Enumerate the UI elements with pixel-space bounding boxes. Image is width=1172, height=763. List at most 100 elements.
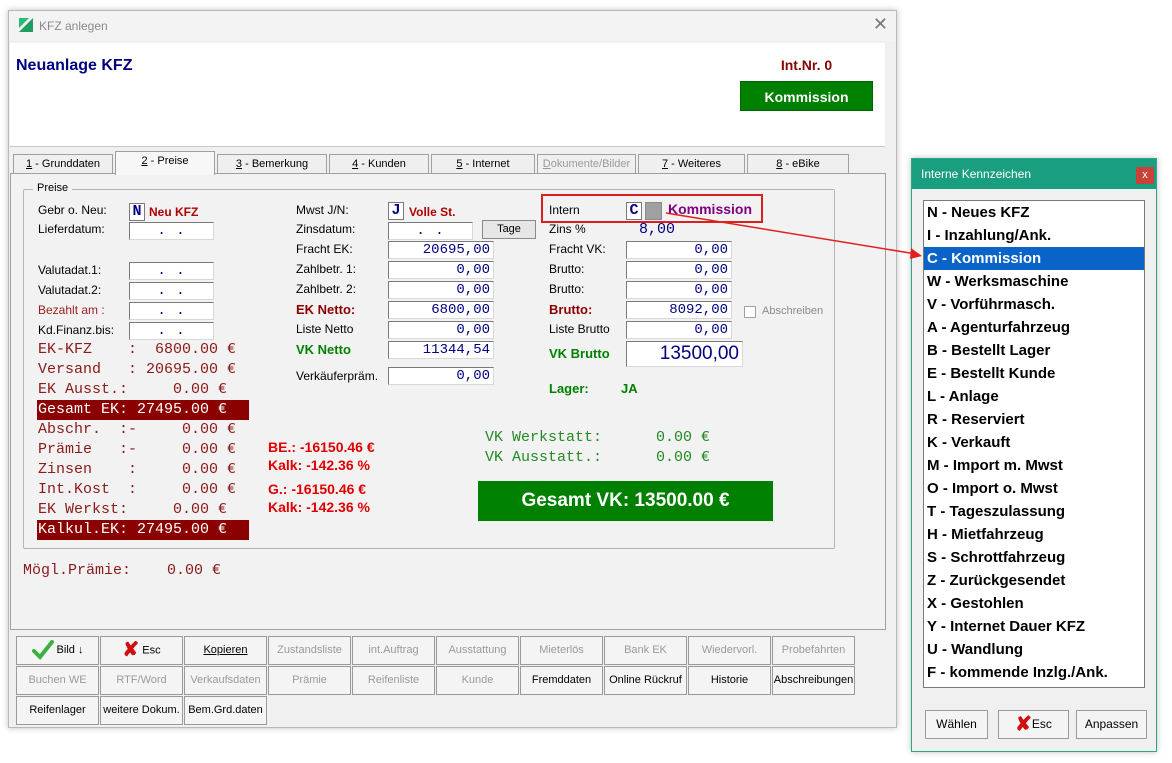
anpassen-button[interactable]: Anpassen (1076, 710, 1147, 739)
list-item[interactable]: H - Mietfahrzeug (924, 523, 1144, 546)
zahlbetr1-field[interactable]: 0,00 (388, 261, 494, 279)
tab-grunddaten[interactable]: 1 - Grunddaten (13, 154, 113, 173)
bild-button[interactable]: Bild ↓ (16, 636, 99, 665)
gebr-field[interactable]: N (129, 203, 145, 221)
ek-netto-field[interactable]: 6800,00 (388, 301, 494, 319)
title-bar[interactable]: KFZ anlegen ✕ (9, 11, 896, 41)
popup-title-bar[interactable]: Interne Kennzeichen x (912, 159, 1156, 189)
summary-ek-werkst: EK Werkst: 0.00 € (38, 501, 228, 518)
valutadat1-label: Valutadat.1: (38, 263, 102, 277)
list-item[interactable]: R - Reserviert (924, 408, 1144, 431)
waehlen-button[interactable]: Wählen (925, 710, 988, 739)
liste-brutto-field[interactable]: 0,00 (626, 321, 732, 339)
valutadat2-label: Valutadat.2: (38, 283, 102, 297)
praemie-button[interactable]: Prämie (268, 666, 351, 695)
int-auftrag-button[interactable]: int.Auftrag (352, 636, 435, 665)
close-icon[interactable]: ✕ (873, 15, 888, 33)
mwst-field[interactable]: J (388, 202, 404, 220)
tage-button[interactable]: Tage (482, 220, 536, 239)
list-item[interactable]: N - Neues KFZ (924, 201, 1144, 224)
list-item[interactable]: I - Inzahlung/Ank. (924, 224, 1144, 247)
list-item[interactable]: M - Import m. Mwst (924, 454, 1144, 477)
intern-dropdown-button[interactable] (645, 202, 662, 220)
wiedervorl-button[interactable]: Wiedervorl. (688, 636, 771, 665)
tab-preise[interactable]: 2 - Preise (115, 151, 215, 175)
gebr-label: Gebr o. Neu: (38, 203, 107, 217)
brutto1-field[interactable]: 0,00 (626, 261, 732, 279)
rtf-word-button[interactable]: RTF/Word (100, 666, 183, 695)
list-item[interactable]: L - Anlage (924, 385, 1144, 408)
bezahlt-am-field[interactable]: . . (129, 302, 214, 320)
fracht-ek-field[interactable]: 20695,00 (388, 241, 494, 259)
tab-internet[interactable]: 5 - Internet (431, 154, 535, 173)
vk-netto-field[interactable]: 11344,54 (388, 341, 494, 359)
brutto2-field[interactable]: 0,00 (626, 281, 732, 299)
zustandsliste-button[interactable]: Zustandsliste (268, 636, 351, 665)
zinsdatum-field[interactable]: . . (388, 222, 473, 240)
brutto2-label: Brutto: (549, 282, 585, 296)
kunde-button[interactable]: Kunde (436, 666, 519, 695)
reifenlager-button[interactable]: Reifenlager (16, 696, 99, 725)
tab-weiteres[interactable]: 7 - Weiteres (638, 154, 745, 173)
kdfinanz-field[interactable]: . . (129, 322, 214, 340)
valutadat1-field[interactable]: . . (129, 262, 214, 280)
verkaufsdaten-button[interactable]: Verkaufsdaten (184, 666, 267, 695)
popup-esc-button[interactable]: ✘Esc (998, 710, 1069, 739)
list-item[interactable]: U - Wandlung (924, 638, 1144, 661)
list-item[interactable]: S - Schrottfahrzeug (924, 546, 1144, 569)
zahlbetr2-field[interactable]: 0,00 (388, 281, 494, 299)
gesamt-vk-total: Gesamt VK: 13500.00 € (478, 481, 773, 521)
liste-netto-label: Liste Netto (296, 322, 354, 336)
list-item[interactable]: O - Import o. Mwst (924, 477, 1144, 500)
fracht-vk-field[interactable]: 0,00 (626, 241, 732, 259)
ausstattung-button[interactable]: Ausstattung (436, 636, 519, 665)
abschreiben-checkbox[interactable] (744, 306, 756, 318)
lieferdatum-field[interactable]: . . (129, 222, 214, 240)
probefahrten-button[interactable]: Probefahrten (772, 636, 855, 665)
historie-button[interactable]: Historie (688, 666, 771, 695)
kalk2-value: Kalk: -142.36 % (268, 499, 370, 515)
valutadat2-field[interactable]: . . (129, 282, 214, 300)
weitere-dokum-button[interactable]: weitere Dokum. (100, 696, 183, 725)
abschreibungen-button[interactable]: Abschreibungen (772, 666, 855, 695)
kopieren-button[interactable]: Kopieren (184, 636, 267, 665)
buchen-we-button[interactable]: Buchen WE (16, 666, 99, 695)
list-item[interactable]: Y - Internet Dauer KFZ (924, 615, 1144, 638)
liste-netto-field[interactable]: 0,00 (388, 321, 494, 339)
list-item[interactable]: F - kommende Inzlg./Ank. (924, 661, 1144, 684)
esc-button[interactable]: ✘ Esc (100, 636, 183, 665)
mieterloes-button[interactable]: Mieterlös (520, 636, 603, 665)
close-icon[interactable]: x (1136, 167, 1154, 184)
list-item[interactable]: X - Gestohlen (924, 592, 1144, 615)
tab-kunden[interactable]: 4 - Kunden (329, 154, 429, 173)
list-item[interactable]: W - Werksmaschine (924, 270, 1144, 293)
zinsdatum-label: Zinsdatum: (296, 222, 356, 236)
list-item[interactable]: T - Tageszulassung (924, 500, 1144, 523)
tab-bemerkung[interactable]: 3 - Bemerkung (217, 154, 327, 173)
zins-value[interactable]: 8,00 (639, 221, 675, 238)
bem-grd-daten-button[interactable]: Bem.Grd.daten (184, 696, 267, 725)
online-rueckruf-button[interactable]: Online Rückruf (604, 666, 687, 695)
verkaeuferpraem-field[interactable]: 0,00 (388, 367, 494, 385)
zahlbetr2-label: Zahlbetr. 2: (296, 282, 357, 296)
status-badge: Kommission (740, 81, 873, 111)
list-item[interactable]: B - Bestellt Lager (924, 339, 1144, 362)
intern-field[interactable]: C (626, 202, 642, 220)
brutto-field[interactable]: 8092,00 (626, 301, 732, 319)
list-item[interactable]: V - Vorführmasch. (924, 293, 1144, 316)
list-item-selected[interactable]: C - Kommission (924, 247, 1144, 270)
kalk1-value: Kalk: -142.36 % (268, 457, 370, 473)
bank-ek-button[interactable]: Bank EK (604, 636, 687, 665)
list-item[interactable]: A - Agenturfahrzeug (924, 316, 1144, 339)
fremddaten-button[interactable]: Fremddaten (520, 666, 603, 695)
bezahlt-am-label: Bezahlt am : (38, 303, 105, 317)
tab-dokumente-bilder[interactable]: Dokumente/Bilder (537, 154, 636, 173)
list-item[interactable]: E - Bestellt Kunde (924, 362, 1144, 385)
vk-brutto-field[interactable]: 13500,00 (626, 341, 743, 367)
reifenliste-button[interactable]: Reifenliste (352, 666, 435, 695)
vk-brutto-label: VK Brutto (549, 346, 610, 361)
list-item[interactable]: K - Verkauft (924, 431, 1144, 454)
list-item[interactable]: Z - Zurückgesendet (924, 569, 1144, 592)
kennzeichen-list[interactable]: N - Neues KFZ I - Inzahlung/Ank. C - Kom… (923, 200, 1145, 688)
tab-ebike[interactable]: 8 - eBike (747, 154, 849, 173)
